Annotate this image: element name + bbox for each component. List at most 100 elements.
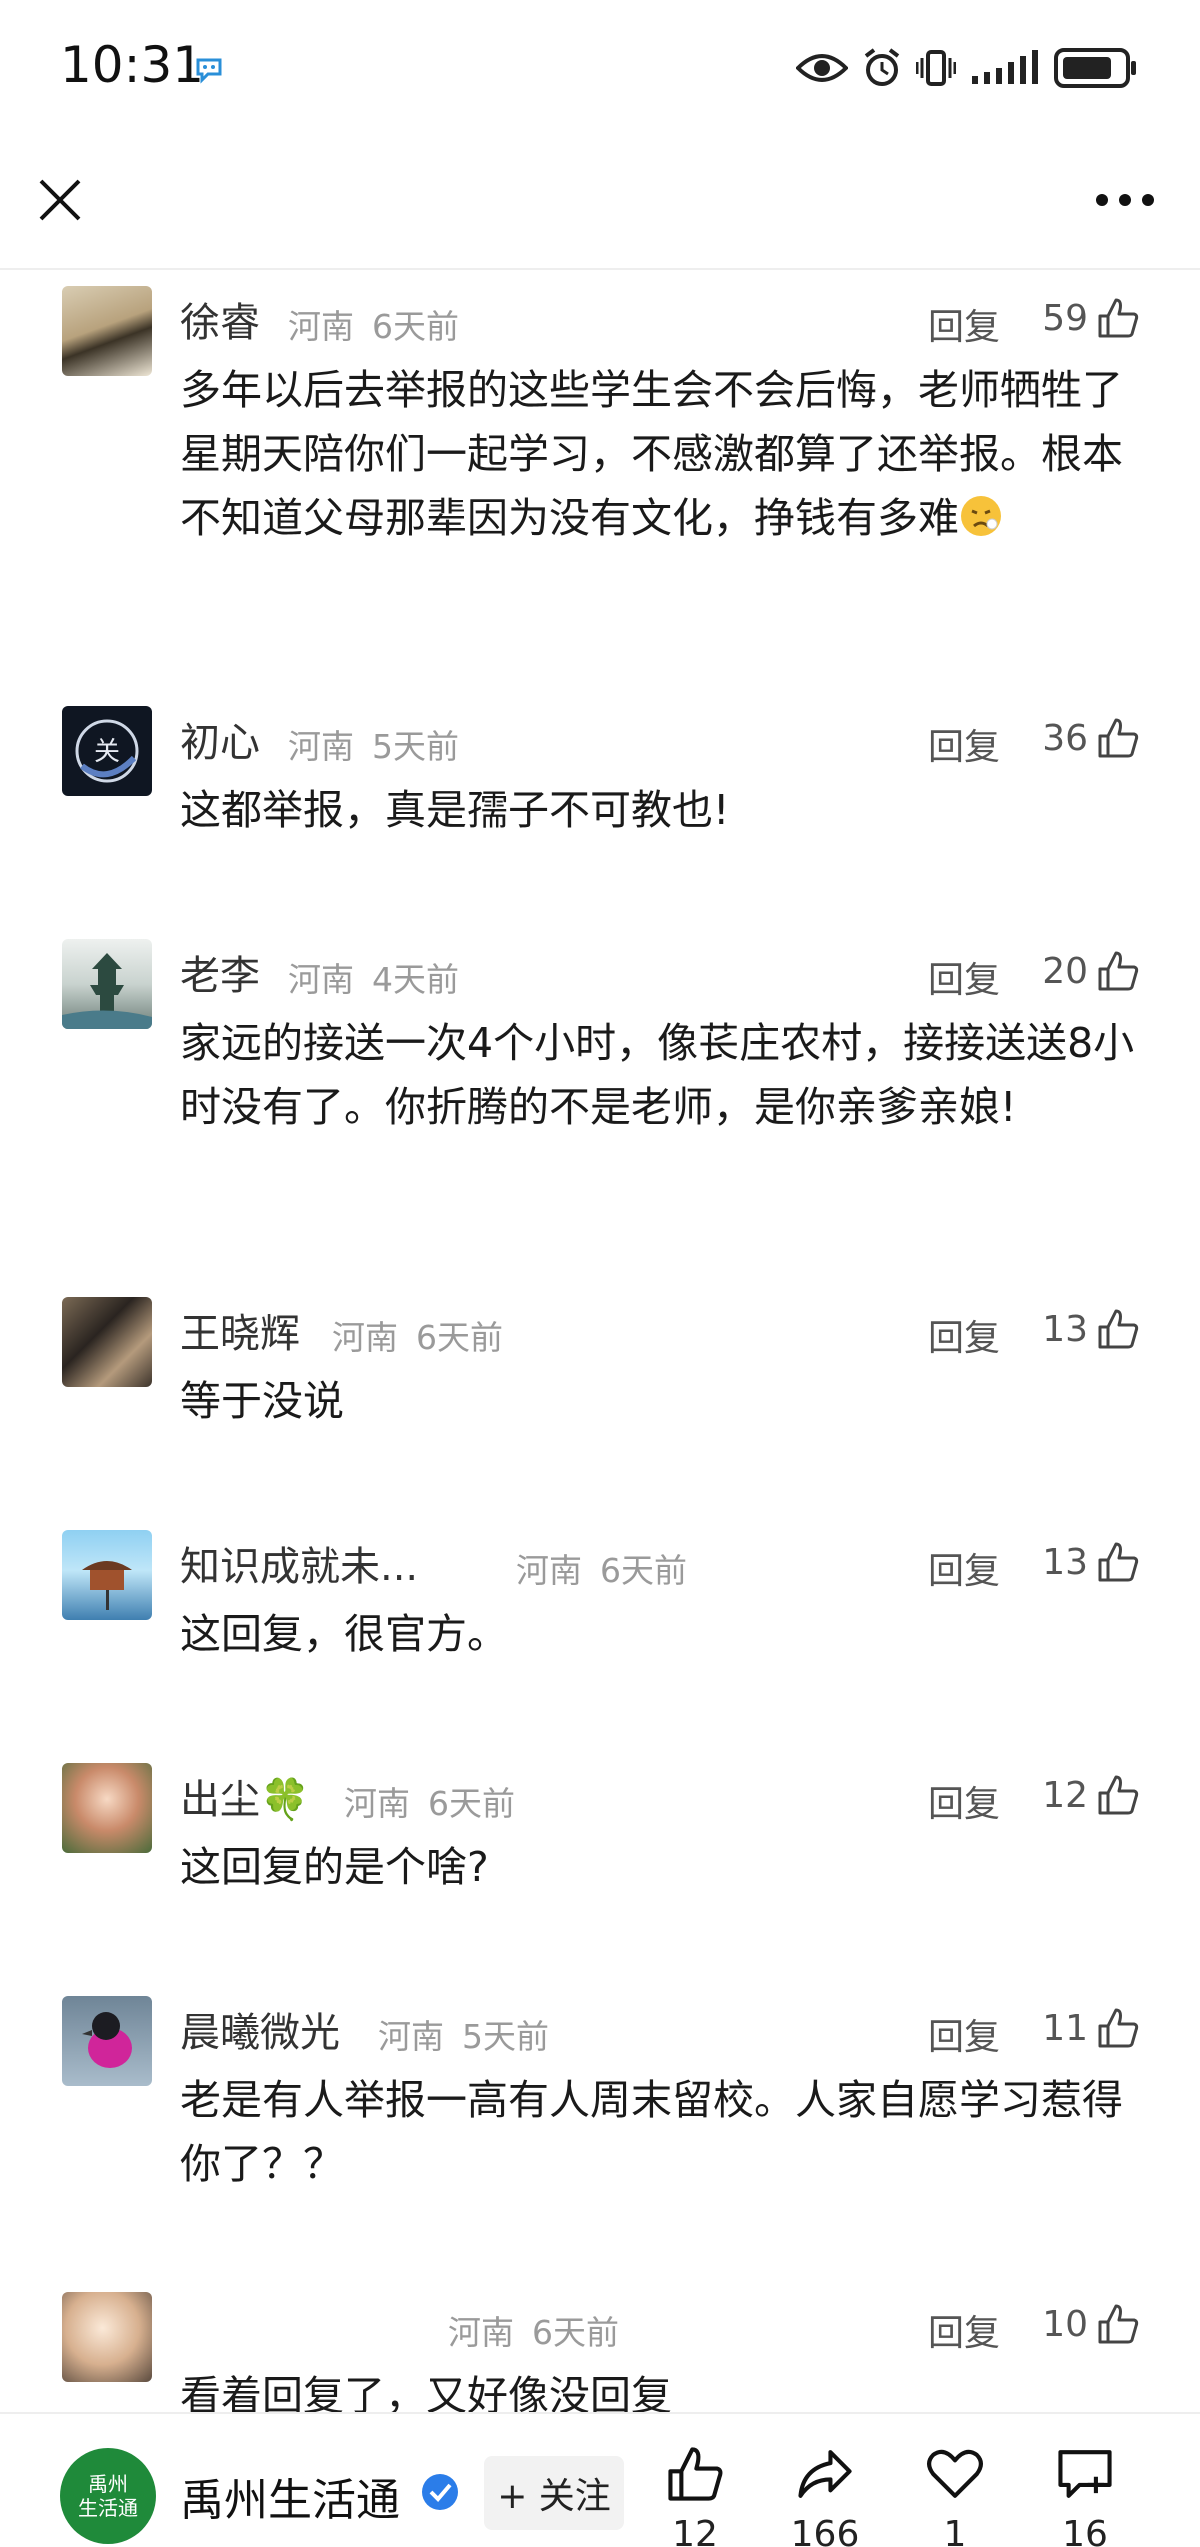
avatar[interactable] (62, 1763, 152, 1853)
avatar[interactable]: 关 (62, 706, 152, 796)
follow-button[interactable]: + 关注 (484, 2456, 624, 2530)
avatar[interactable] (62, 1530, 152, 1620)
reply-button[interactable]: 回复 (928, 951, 1000, 1003)
like-count: 36 (1042, 718, 1088, 759)
like-count: 12 (1042, 1775, 1088, 1816)
thumbs-up-icon[interactable] (1096, 949, 1140, 993)
reply-button[interactable]: 回复 (928, 1775, 1000, 1827)
like-count: 20 (1042, 951, 1088, 992)
status-time: 10:31 (60, 36, 205, 94)
share-total: 166 (790, 2514, 860, 2547)
signal-icon (972, 50, 1038, 84)
sad-face-emoji-icon (961, 496, 1001, 536)
user-name[interactable]: 知识成就未... (180, 1534, 418, 1592)
status-bar: 10:31 (0, 0, 1200, 140)
user-name[interactable]: 老李 (180, 943, 260, 1001)
comment-region: 河南 (516, 1551, 582, 1590)
comment-header: 王晓辉 河南 6天前 回复 13 (180, 1299, 1140, 1359)
like-total: 12 (672, 2514, 718, 2547)
status-icons (796, 40, 1138, 96)
comment-time: 4天前 (372, 960, 459, 999)
thumbs-up-icon[interactable] (1096, 296, 1140, 340)
avatar-pagoda-icon (62, 953, 152, 1029)
account-logo[interactable]: 禹州 生活通 (60, 2448, 156, 2544)
comment-time: 6天前 (416, 1318, 503, 1357)
comment-time: 6天前 (600, 1551, 687, 1590)
thumbs-up-icon[interactable] (1096, 716, 1140, 760)
favorite-total: 1 (943, 2514, 967, 2547)
heart-icon (927, 2449, 983, 2498)
like-count: 59 (1042, 298, 1088, 339)
avatar[interactable] (62, 2292, 152, 2382)
thumbs-up-icon[interactable] (1096, 2006, 1140, 2050)
battery-icon (1054, 48, 1136, 88)
avatar[interactable] (62, 939, 152, 1029)
like-count: 11 (1042, 2008, 1088, 2049)
comment-text: 这都举报，真是孺子不可教也! (180, 786, 730, 834)
reply-button[interactable]: 回复 (928, 718, 1000, 770)
comment-header: 徐睿 河南 6天前 回复 59 (180, 288, 1140, 348)
close-button[interactable] (30, 170, 90, 230)
comment-plus-icon (1058, 2450, 1112, 2498)
comment-text: 家远的接送一次4个小时，像苌庄农村，接接送送8小时没有了。你折腾的不是老师，是你… (180, 1019, 1135, 1131)
thumbs-up-icon[interactable] (1096, 1307, 1140, 1351)
reply-button[interactable]: 回复 (928, 2008, 1000, 2060)
like-action[interactable]: 12 (640, 2444, 750, 2547)
favorite-action[interactable]: 1 (900, 2444, 1010, 2547)
avatar-bird-icon (82, 2012, 132, 2068)
user-name[interactable]: 徐睿 (180, 290, 260, 348)
user-name[interactable]: 初心 (180, 710, 260, 768)
user-name[interactable]: 晨曦微光 (180, 2000, 340, 2058)
bottom-action-bar: 禹州 生活通 禹州生活通 + 关注 12 166 1 16 (0, 2412, 1200, 2547)
comment-header: 初心 河南 5天前 回复 36 (180, 708, 1140, 768)
comment-header: 出尘🍀 河南 6天前 回复 12 (180, 1765, 1140, 1825)
comment-header: 知识成就未... 河南 6天前 回复 13 (180, 1532, 1140, 1592)
comment-time: 6天前 (532, 2313, 619, 2352)
thumbs-up-icon[interactable] (1096, 2302, 1140, 2346)
account-logo-line1: 禹州 (88, 2472, 128, 2496)
reply-button[interactable]: 回复 (928, 1542, 1000, 1594)
comment-time: 5天前 (462, 2017, 549, 2056)
comment-header: 晨曦微光 河南 5天前 回复 11 (180, 1998, 1140, 2058)
comment-header: 河南 6天前 回复 10 (180, 2294, 1140, 2354)
comment-action[interactable]: 16 (1030, 2444, 1140, 2547)
comment-region: 河南 (288, 727, 354, 766)
reply-button[interactable]: 回复 (928, 2304, 1000, 2356)
chat-bubble-icon (196, 58, 222, 84)
comment-region: 河南 (448, 2313, 514, 2352)
comment-text: 等于没说 (180, 1377, 344, 1425)
comment-region: 河南 (378, 2017, 444, 2056)
reply-button[interactable]: 回复 (928, 298, 1000, 350)
vibrate-icon (916, 50, 956, 86)
account-name[interactable]: 禹州生活通 (180, 2464, 400, 2528)
user-name[interactable]: 王晓辉 (180, 1301, 300, 1359)
verified-badge-icon (422, 2474, 458, 2510)
comment-time: 6天前 (372, 307, 459, 346)
comment-region: 河南 (288, 307, 354, 346)
comment-text: 这回复，很官方。 (180, 1610, 508, 1658)
comment-time: 6天前 (428, 1784, 515, 1823)
top-nav (0, 140, 1200, 270)
like-count: 13 (1042, 1309, 1088, 1350)
avatar[interactable] (62, 1996, 152, 2086)
comment-text: 这回复的是个啥? (180, 1843, 489, 1891)
reply-button[interactable]: 回复 (928, 1309, 1000, 1361)
thumbs-up-icon[interactable] (1096, 1540, 1140, 1584)
comment-time: 5天前 (372, 727, 459, 766)
comment-text: 老是有人举报一高有人周末留校。人家自愿学习惹得你了？？ (180, 2076, 1123, 2188)
comment-text: 多年以后去举报的这些学生会不会后悔，老师牺牲了星期天陪你们一起学习，不感激都算了… (180, 366, 1123, 542)
close-icon (39, 179, 81, 221)
share-action[interactable]: 166 (770, 2444, 880, 2547)
eye-icon (796, 54, 848, 82)
more-options-button[interactable] (1090, 170, 1160, 230)
like-count: 13 (1042, 1542, 1088, 1583)
avatar[interactable] (62, 1297, 152, 1387)
user-name[interactable]: 出尘🍀 (180, 1767, 310, 1825)
avatar-emblem-icon: 关 (75, 719, 139, 783)
like-count: 10 (1042, 2304, 1088, 2345)
comment-header: 老李 河南 4天前 回复 20 (180, 941, 1140, 1001)
avatar[interactable] (62, 286, 152, 376)
svg-text:关: 关 (94, 737, 120, 767)
comment-region: 河南 (332, 1318, 398, 1357)
thumbs-up-icon[interactable] (1096, 1773, 1140, 1817)
